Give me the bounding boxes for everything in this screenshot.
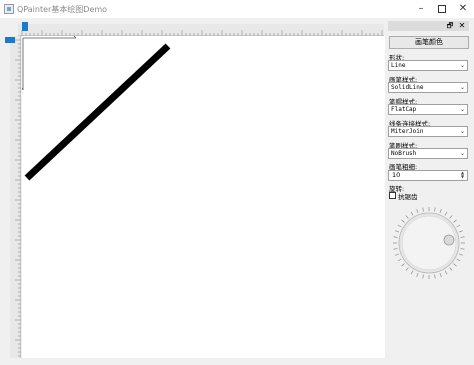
pen-color-button[interactable]: 画笔颜色 bbox=[389, 36, 469, 49]
drawn-line-shape bbox=[24, 43, 171, 181]
antialias-label: 抗锯齿 bbox=[398, 193, 418, 201]
brush-style-combobox[interactable]: NoBrush ⌄ bbox=[388, 148, 468, 159]
window-title: QPainter基本绘图Demo bbox=[17, 5, 108, 14]
maximize-icon bbox=[438, 5, 446, 13]
chevron-down-icon: ⌄ bbox=[459, 128, 465, 135]
antialias-checkbox[interactable] bbox=[389, 192, 396, 199]
pen-style-combobox-value: SolidLine bbox=[391, 84, 424, 91]
join-style-combobox-value: MiterJoin bbox=[391, 128, 424, 135]
chevron-down-icon: ⌄ bbox=[459, 106, 465, 113]
vertical-ruler[interactable] bbox=[10, 36, 21, 358]
horizontal-ruler[interactable] bbox=[18, 24, 384, 36]
rotation-dial-graphic bbox=[393, 207, 465, 279]
chevron-down-icon: ⌄ bbox=[459, 150, 465, 157]
pen-style-combobox[interactable]: SolidLine ⌄ bbox=[388, 82, 468, 93]
app-icon bbox=[4, 4, 14, 14]
horizontal-ruler-ticks bbox=[21, 30, 383, 36]
close-button[interactable]: ✕ bbox=[452, 0, 474, 18]
window-titlebar: QPainter基本绘图Demo – ✕ bbox=[0, 0, 474, 18]
canvas-drawing bbox=[22, 36, 171, 181]
minimize-button[interactable]: – bbox=[410, 0, 432, 18]
spin-down-button[interactable]: ▼ bbox=[459, 175, 466, 179]
chevron-down-icon: ⌄ bbox=[459, 84, 465, 91]
dock-float-button[interactable]: 🗗 bbox=[445, 21, 455, 31]
shape-combobox-value: Line bbox=[391, 62, 406, 69]
coordinate-axes bbox=[22, 36, 77, 91]
brush-style-combobox-value: NoBrush bbox=[391, 150, 417, 157]
pen-width-value: 10 bbox=[392, 171, 401, 179]
vertical-ruler-ticks bbox=[15, 39, 21, 357]
horizontal-ruler-marker[interactable] bbox=[22, 22, 28, 31]
cap-style-combobox[interactable]: FlatCap ⌄ bbox=[388, 104, 468, 115]
join-style-combobox[interactable]: MiterJoin ⌄ bbox=[388, 126, 468, 137]
pen-width-spinbox[interactable]: 10 ▲ ▼ bbox=[388, 170, 468, 181]
cap-style-combobox-value: FlatCap bbox=[391, 106, 417, 113]
dial-handle bbox=[443, 234, 455, 246]
dock-close-button[interactable]: ✕ bbox=[457, 21, 467, 31]
shape-combobox[interactable]: Line ⌄ bbox=[388, 60, 468, 71]
maximize-button[interactable] bbox=[431, 0, 453, 18]
rotation-dial[interactable] bbox=[389, 205, 469, 285]
chevron-down-icon: ⌄ bbox=[459, 62, 465, 69]
drawing-canvas[interactable] bbox=[22, 36, 385, 358]
vertical-ruler-marker[interactable] bbox=[5, 37, 15, 43]
